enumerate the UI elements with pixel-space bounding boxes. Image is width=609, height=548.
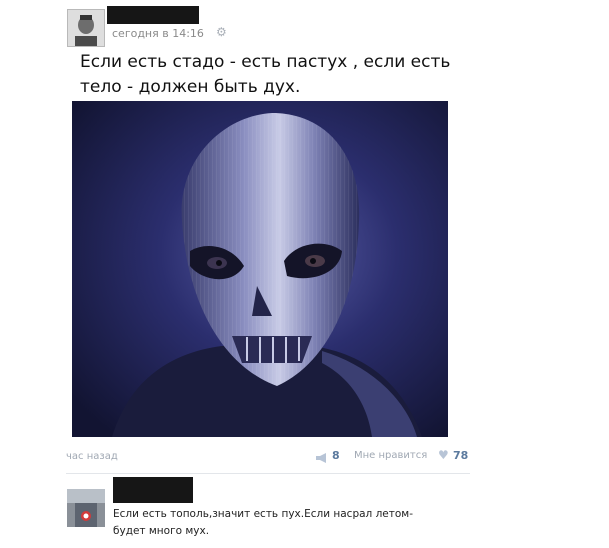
post-time-ago[interactable]: час назад: [66, 451, 118, 462]
heart-icon[interactable]: ♥: [438, 448, 449, 462]
megaphone-icon[interactable]: [315, 449, 329, 468]
share-count[interactable]: 8: [332, 449, 340, 462]
redacted-author-name: [107, 6, 199, 24]
divider: [66, 473, 470, 474]
post-image[interactable]: [72, 101, 448, 437]
post-timestamp[interactable]: сегодня в 14:16: [112, 27, 204, 40]
like-button[interactable]: Мне нравится: [354, 450, 427, 461]
like-count[interactable]: 78: [453, 449, 468, 462]
gear-icon[interactable]: ⚙: [216, 25, 227, 39]
post-text: Если есть стадо - есть пастух , если ест…: [80, 52, 451, 97]
comment-author-avatar[interactable]: [67, 489, 105, 527]
redacted-commenter-name: [113, 477, 193, 503]
post-author-avatar[interactable]: [67, 9, 105, 47]
comment-text: Если есть тополь,значит есть пух.Если на…: [113, 508, 414, 537]
